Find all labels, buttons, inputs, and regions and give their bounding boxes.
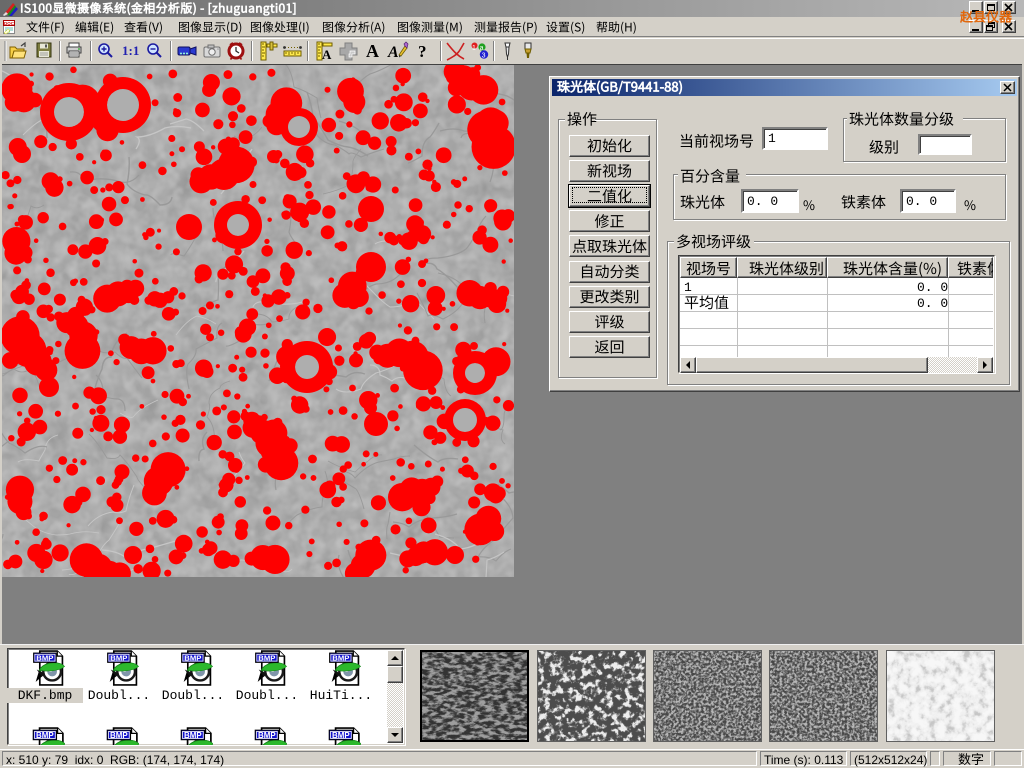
svg-text:?: ?	[418, 42, 427, 61]
svg-text:A: A	[366, 41, 379, 61]
svg-text:1: 1	[472, 45, 476, 52]
svg-text:a: a	[480, 45, 484, 52]
svg-text:1:1: 1:1	[122, 43, 139, 58]
svg-text:A: A	[322, 47, 332, 62]
svg-text:A: A	[387, 44, 399, 61]
svg-text:DOC: DOC	[4, 21, 15, 26]
svg-text:3: 3	[482, 53, 486, 60]
